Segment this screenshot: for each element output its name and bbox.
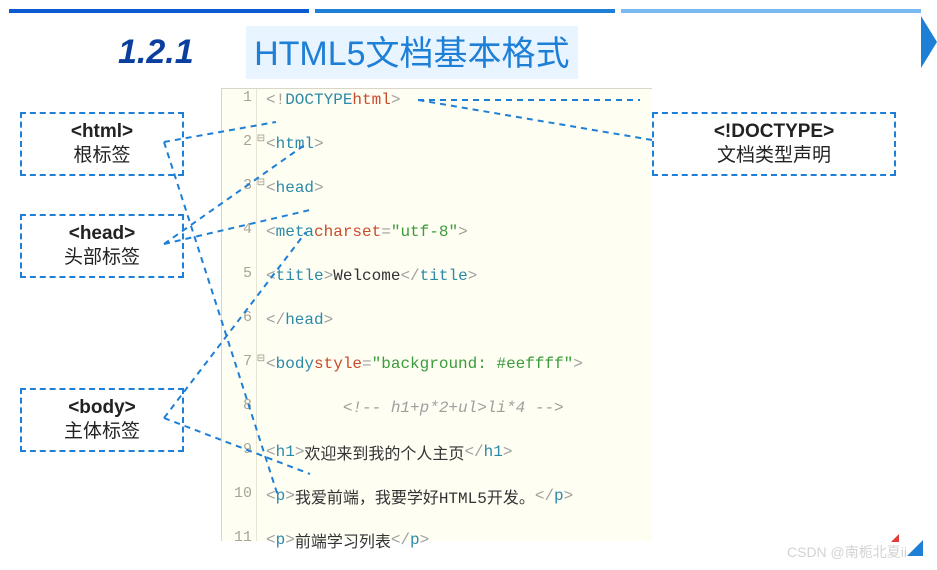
watermark: CSDN @南栀北夏ii bbox=[787, 542, 907, 562]
callout-body: <body> 主体标签 bbox=[20, 388, 184, 452]
section-number: 1.2.1 bbox=[118, 33, 194, 72]
callout-head-label: 头部标签 bbox=[64, 247, 140, 268]
code-line: 6 </head> bbox=[222, 309, 652, 331]
code-line: 10 <p>我爱前端，我要学好HTML5开发。</p> bbox=[222, 485, 652, 507]
callout-html-strong: <html> bbox=[71, 121, 133, 142]
code-line: 8 <!-- h1+p*2+ul>li*4 --> bbox=[222, 397, 652, 419]
right-arrow-decor bbox=[921, 16, 937, 68]
callout-doctype-strong: <!DOCTYPE> bbox=[714, 121, 834, 142]
corner-triangle-red bbox=[883, 534, 899, 542]
callout-html-label: 根标签 bbox=[73, 145, 130, 166]
callout-doctype: <!DOCTYPE> 文档类型声明 bbox=[652, 112, 896, 176]
code-line: 7⊟ <body style="background: #eeffff"> bbox=[222, 353, 652, 375]
callout-body-label: 主体标签 bbox=[64, 421, 140, 442]
code-panel: 1<!DOCTYPE html> 2⊟<html> 3⊟ <head> 4 <meta… bbox=[221, 88, 652, 541]
code-line: 4 <meta charset="utf-8"> bbox=[222, 221, 652, 243]
callout-body-strong: <body> bbox=[68, 397, 136, 418]
code-line: 1<!DOCTYPE html> bbox=[222, 89, 652, 111]
code-line: 2⊟<html> bbox=[222, 133, 652, 155]
code-line: 11 <p>前端学习列表</p> bbox=[222, 529, 652, 551]
callout-html: <html> 根标签 bbox=[20, 112, 184, 176]
callout-doctype-label: 文档类型声明 bbox=[717, 145, 831, 166]
code-line: 3⊟ <head> bbox=[222, 177, 652, 199]
callout-head-strong: <head> bbox=[69, 223, 136, 244]
code-line: 5 <title>Welcome</title> bbox=[222, 265, 652, 287]
section-title: HTML5文档基本格式 bbox=[246, 26, 577, 79]
callout-head: <head> 头部标签 bbox=[20, 214, 184, 278]
code-line: 9 <h1>欢迎来到我的个人主页</h1> bbox=[222, 441, 652, 463]
